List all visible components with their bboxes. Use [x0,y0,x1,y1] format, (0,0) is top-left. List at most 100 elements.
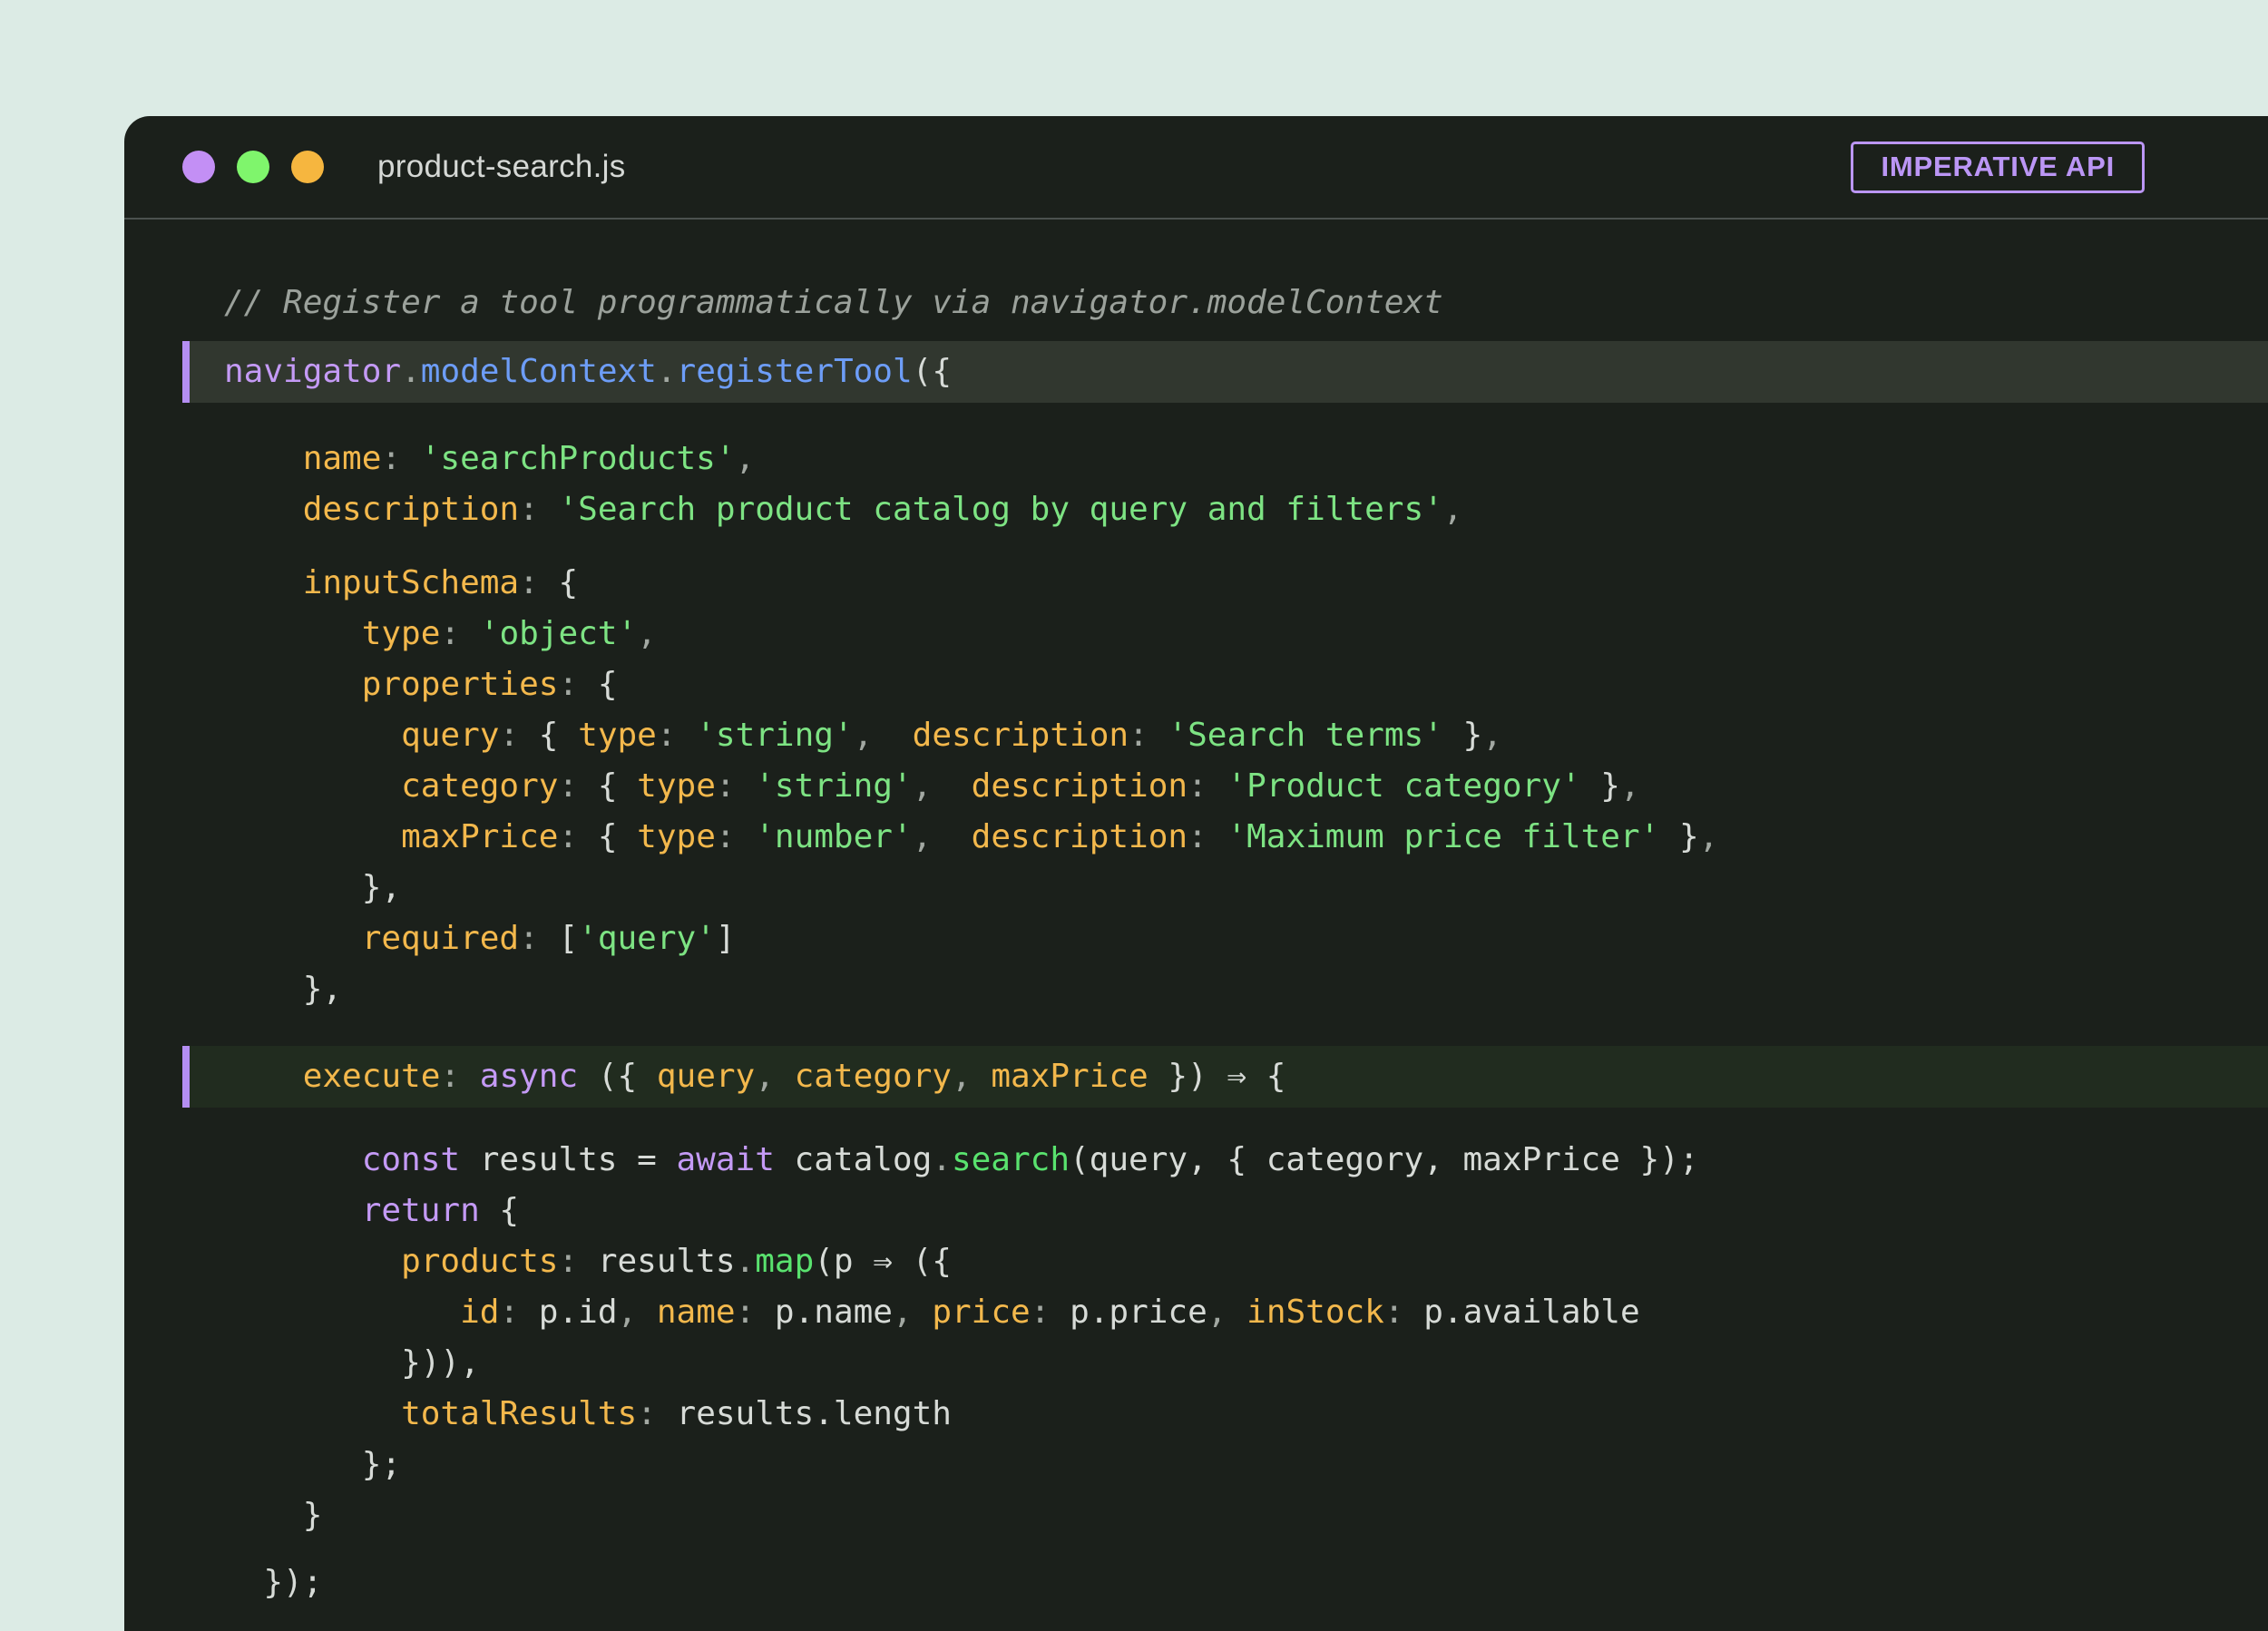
code-token-punct: , [1620,767,1640,805]
code-token-punct: , [618,1294,657,1331]
code-token-punct: : [499,1294,538,1331]
code-token-amber: execute [303,1058,441,1095]
code-line: }, [124,964,2268,1015]
code-token-punct: : [519,491,558,528]
code-token-plain: (p ⇒ ({ [814,1243,952,1280]
code-token-keyword: const [362,1141,460,1178]
code-token-punct: : [716,767,755,805]
code-token-punct: : [736,1294,775,1331]
code-token-plain: p.price [1070,1294,1207,1331]
code-token-plain: results.length [677,1395,952,1432]
code-token-amber: inStock [1246,1294,1384,1331]
code-token-amber: products [401,1243,558,1280]
code-token-amber: description [972,818,1188,855]
code-token-amber: id [460,1294,499,1331]
code-token-string: 'number' [755,818,912,855]
code-token-punct: , [1482,717,1502,754]
code-token-plain: ({ [578,1058,657,1095]
code-line: })), [124,1338,2268,1389]
code-token-punct: : [519,564,558,601]
code-token-punct: , [913,767,972,805]
code-token-amber: type [637,818,716,855]
code-token-plain: { [598,666,618,703]
code-token-plain: }; [362,1446,401,1483]
code-token-plain: { [539,717,578,754]
code-token-punct: : [558,1243,597,1280]
code-token-amber: name [657,1294,736,1331]
code-line: query: { type: 'string', description: 'S… [124,710,2268,761]
code-line: maxPrice: { type: 'number', description:… [124,812,2268,863]
code-token-punct: : [440,615,479,652]
code-token-punct: : [637,1395,676,1432]
code-token-punct: , [755,1058,794,1095]
code-spacer [124,1015,2268,1033]
code-token-punct: : [381,440,420,477]
maximize-window-button[interactable] [291,151,324,183]
code-token-punct: , [637,615,657,652]
code-token-plain: }); [263,1564,322,1601]
code-token-string: 'Product category' [1227,767,1580,805]
traffic-lights [182,151,324,183]
code-token-punct: : [558,767,597,805]
code-token-punct: : [1188,767,1227,805]
close-window-button[interactable] [182,151,215,183]
code-token-amber: type [637,767,716,805]
code-token-punct: : [1188,818,1227,855]
code-line: products: results.map(p ⇒ ({ [124,1236,2268,1287]
code-token-plain: })), [401,1344,480,1382]
accent-bar [182,1046,190,1108]
code-line: return { [124,1186,2268,1236]
code-token-punct: : [519,920,558,957]
code-token-amber: query [657,1058,755,1095]
code-token-amber: query [401,717,499,754]
code-token-string: 'object' [480,615,637,652]
code-token-blue: registerTool [677,353,913,390]
code-token-amber: category [401,767,558,805]
code-token-keyword: return [362,1192,480,1229]
code-token-string: 'searchProducts' [421,440,736,477]
code-token-plain: }, [303,971,342,1008]
code-token-plain: ({ [913,353,952,390]
code-token-punct: . [736,1243,756,1280]
code-token-punct: , [913,818,972,855]
code-token-string: 'Maximum price filter' [1227,818,1659,855]
code-token-amber: type [578,717,657,754]
minimize-window-button[interactable] [237,151,269,183]
code-token-plain: (query, { category, maxPrice }); [1070,1141,1699,1178]
code-token-comment: // Register a tool programmatically via … [224,284,1443,321]
code-token-keyword: await [677,1141,775,1178]
code-token-amber: maxPrice [401,818,558,855]
code-token-plain: p.name [775,1294,893,1331]
code-token-plain: results = [460,1141,676,1178]
highlighted-code-line: navigator.modelContext.registerTool({ [124,341,2268,403]
code-token-punct: : [558,818,597,855]
code-line: totalResults: results.length [124,1389,2268,1440]
code-token-string: 'Search terms' [1168,717,1442,754]
code-token-amber: properties [362,666,559,703]
code-spacer [124,415,2268,434]
code-token-punct: : [1031,1294,1070,1331]
code-token-plain: { [598,818,637,855]
code-token-plain: { [558,564,578,601]
code-token-punct: : [558,666,597,703]
code-area: // Register a tool programmatically via … [124,220,2268,1608]
code-token-punct: : [1384,1294,1423,1331]
code-token-punct: , [952,1058,991,1095]
code-token-punct: . [932,1141,952,1178]
code-token-string: 'Search product catalog by query and fil… [558,491,1442,528]
code-token-green: search [952,1141,1070,1178]
code-token-punct: , [1207,1294,1246,1331]
code-token-punct: : [440,1058,479,1095]
code-token-keyword: async [480,1058,578,1095]
titlebar: product-search.js IMPERATIVE API [124,116,2268,220]
code-line: }); [124,1558,2268,1608]
code-token-blue: modelContext [421,353,657,390]
code-line: execute: async ({ query, category, maxPr… [190,1046,2268,1108]
code-token-string: 'query' [578,920,716,957]
code-token-punct: . [657,353,677,390]
code-token-plain: { [598,767,637,805]
code-token-amber: inputSchema [303,564,519,601]
code-token-punct: , [854,717,913,754]
code-token-string: 'string' [696,717,853,754]
code-token-plain: } [1659,818,1698,855]
